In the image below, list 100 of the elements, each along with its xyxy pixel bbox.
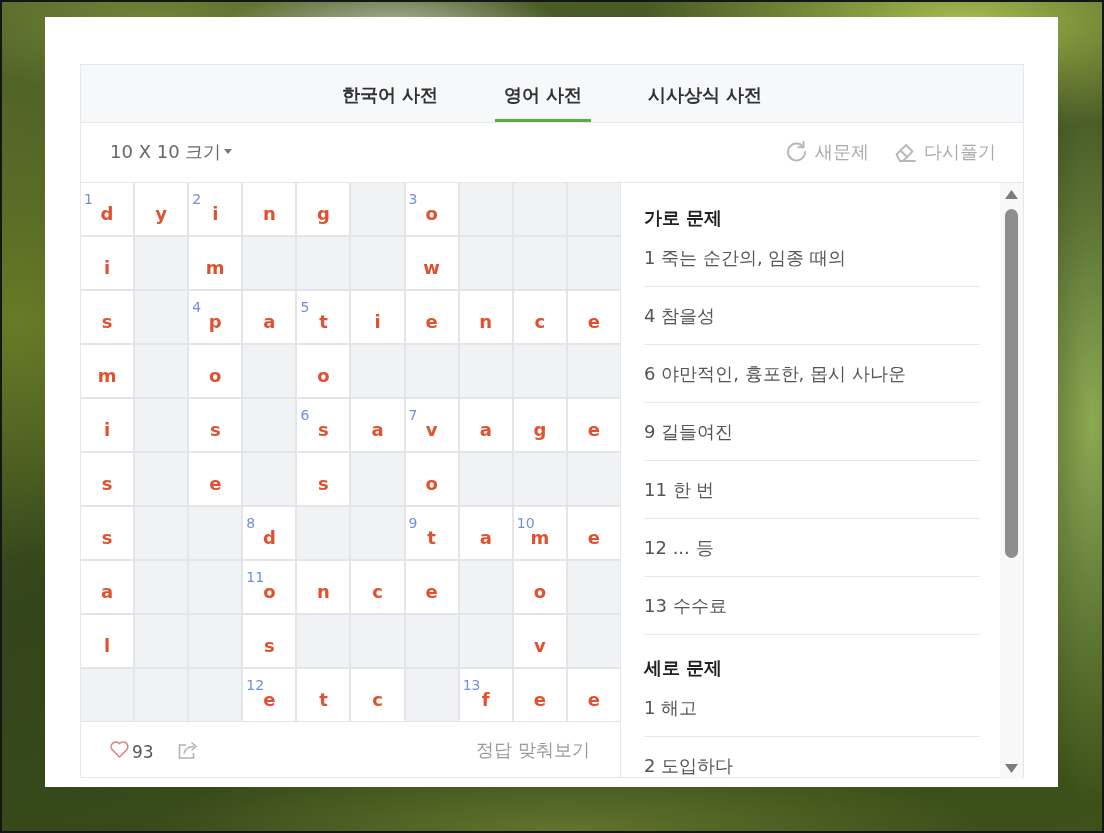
answer-cell[interactable]: n (459, 291, 512, 343)
scroll-up-icon[interactable] (1005, 190, 1018, 199)
answer-cell[interactable]: s (297, 453, 350, 506)
blocked-cell (243, 453, 296, 506)
clue-number: 13 (462, 678, 481, 693)
answer-cell[interactable]: e (567, 669, 620, 722)
blocked-cell (135, 399, 188, 452)
clue-number: 2 (192, 192, 202, 206)
clue-number: 8 (246, 516, 256, 531)
clue-number: 10 (516, 516, 535, 531)
answer-cell[interactable]: e (567, 507, 620, 560)
clue-number: 6 (300, 408, 310, 423)
answer-cell[interactable]: l (81, 615, 134, 668)
blocked-cell (567, 237, 620, 289)
answer-cell[interactable]: s (243, 615, 296, 668)
answer-cell[interactable]: s (189, 399, 242, 452)
clue-item[interactable]: 6 야만적인, 흉포한, 몹시 사나운 (644, 345, 980, 403)
blocked-cell (135, 453, 188, 506)
answer-cell[interactable]: n (297, 561, 350, 614)
check-answers-button[interactable]: 정답 맞춰보기 (476, 737, 590, 762)
answer-cell[interactable]: t (297, 669, 350, 722)
answer-cell[interactable]: e (567, 399, 620, 452)
clue-number: 7 (408, 408, 418, 423)
answer-cell[interactable]: i (81, 399, 134, 452)
clue-section-heading: 가로 문제 (644, 206, 724, 229)
answer-cell[interactable]: a (459, 507, 512, 560)
answer-cell[interactable]: c (351, 561, 404, 614)
clue-number: 9 (408, 516, 418, 531)
answer-cell[interactable]: m (189, 237, 242, 289)
answer-cell[interactable]: i (351, 291, 404, 343)
size-dropdown[interactable]: 10 X 10 크기 (110, 139, 233, 164)
tab[interactable]: 영어 사전 (494, 65, 592, 122)
answer-cell[interactable]: g (513, 399, 566, 452)
answer-cell[interactable]: o (405, 453, 458, 506)
scrollbar-track[interactable] (1000, 183, 1023, 779)
blocked-cell (243, 345, 296, 398)
blocked-cell (351, 345, 404, 398)
clue-item[interactable]: 11 한 번 (644, 461, 980, 519)
clue-item[interactable]: 13 수수료 (644, 577, 980, 635)
blocked-cell (459, 453, 512, 506)
answer-cell[interactable]: y (135, 183, 188, 235)
clue-section-heading: 세로 문제 (644, 656, 724, 679)
blocked-cell (459, 237, 512, 289)
tab[interactable]: 한국어 사전 (332, 65, 447, 122)
blocked-cell (189, 507, 242, 560)
answer-cell[interactable]: a (459, 399, 512, 452)
answer-cell[interactable]: c (513, 291, 566, 343)
blocked-cell (351, 615, 404, 668)
answer-cell[interactable]: w (405, 237, 458, 289)
blocked-cell (513, 345, 566, 398)
blocked-cell (135, 345, 188, 398)
scrollbar-thumb[interactable] (1005, 209, 1018, 558)
blocked-cell (135, 291, 188, 343)
clue-number: 11 (246, 570, 265, 585)
share-icon (177, 740, 199, 759)
answer-cell[interactable]: o (297, 345, 350, 398)
share-button[interactable] (177, 740, 199, 759)
answer-cell[interactable]: e (513, 669, 566, 722)
answer-cell[interactable]: a (243, 291, 296, 343)
caret-icon (224, 149, 233, 154)
answer-cell[interactable]: g (297, 183, 350, 235)
clue-item[interactable]: 4 참을성 (644, 287, 980, 345)
answer-cell[interactable]: s (81, 453, 134, 506)
blocked-cell (135, 237, 188, 289)
answer-cell[interactable]: o (513, 561, 566, 614)
blocked-cell (459, 561, 512, 614)
answer-cell[interactable]: e (405, 291, 458, 343)
clue-number: 12 (246, 678, 265, 693)
answer-cell[interactable]: a (81, 561, 134, 614)
answer-cell[interactable]: e (567, 291, 620, 343)
blocked-cell (243, 399, 296, 452)
blocked-cell (135, 669, 188, 722)
blocked-cell (297, 615, 350, 668)
answer-cell[interactable]: o (189, 345, 242, 398)
answer-cell[interactable]: a (351, 399, 404, 452)
answer-cell[interactable]: v (513, 615, 566, 668)
clue-item[interactable]: 2 도입하다 (644, 737, 980, 777)
answer-cell[interactable]: s (81, 291, 134, 343)
answer-cell[interactable]: n (243, 183, 296, 235)
answer-cell[interactable]: e (189, 453, 242, 506)
clue-item[interactable]: 1 죽는 순간의, 임종 때의 (644, 229, 980, 287)
reset-button[interactable]: 다시풀기 (894, 139, 996, 164)
blocked-cell (459, 345, 512, 398)
new-puzzle-button[interactable]: 새문제 (786, 139, 869, 164)
clue-item[interactable]: 12 ... 등 (644, 519, 980, 577)
answer-cell[interactable]: i (81, 237, 134, 289)
eraser-icon (894, 141, 916, 162)
answer-cell[interactable]: e (405, 561, 458, 614)
answer-cell[interactable]: c (351, 669, 404, 722)
blocked-cell (567, 345, 620, 398)
answer-cell[interactable]: s (81, 507, 134, 560)
refresh-icon (786, 141, 807, 162)
clue-item[interactable]: 1 해고 (644, 679, 980, 737)
clue-item[interactable]: 9 길들여진 (644, 403, 980, 461)
blocked-cell (567, 615, 620, 668)
answer-cell[interactable]: m (81, 345, 134, 398)
like-button[interactable]: 93 (110, 737, 154, 763)
tab[interactable]: 시사상식 사전 (639, 65, 772, 122)
scroll-down-icon[interactable] (1005, 764, 1018, 773)
blocked-cell (567, 561, 620, 614)
